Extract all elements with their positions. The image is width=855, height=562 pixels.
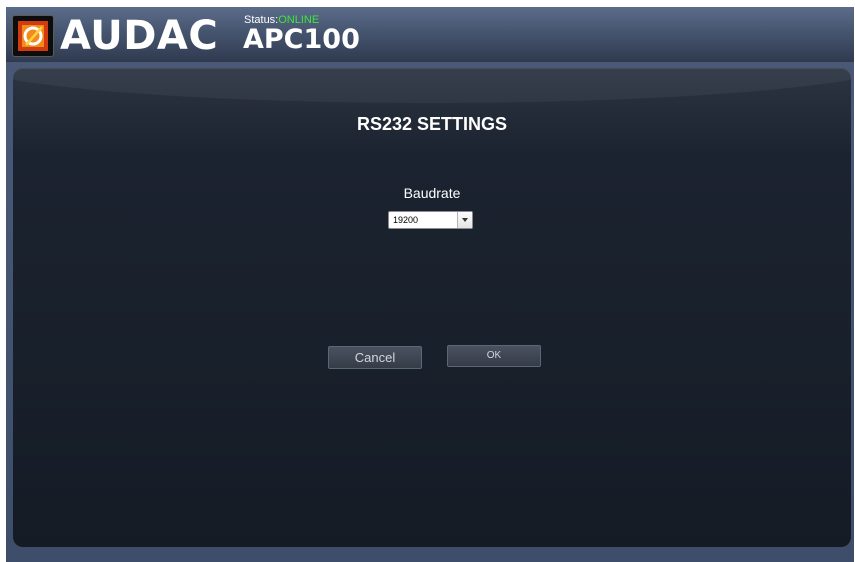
device-model: APC100 [243, 24, 360, 55]
baudrate-selected-value: 19200 [393, 215, 419, 225]
header-bar: AUDAC Status:ONLINE APC100 [6, 7, 854, 62]
settings-panel: RS232 SETTINGS Baudrate 19200 Cancel OK [13, 68, 851, 547]
audac-logo-icon [12, 15, 54, 57]
baudrate-label: Baudrate [403, 185, 461, 201]
panel-gloss [13, 68, 851, 103]
chevron-down-icon[interactable] [457, 212, 472, 228]
ok-button[interactable]: OK [447, 345, 541, 367]
brand-name: AUDAC [60, 13, 219, 59]
baudrate-select[interactable]: 19200 [388, 211, 473, 229]
app-window: AUDAC Status:ONLINE APC100 RS232 SETTING… [6, 7, 854, 562]
cancel-button[interactable]: Cancel [328, 346, 422, 369]
page-title: RS232 SETTINGS [356, 114, 508, 134]
